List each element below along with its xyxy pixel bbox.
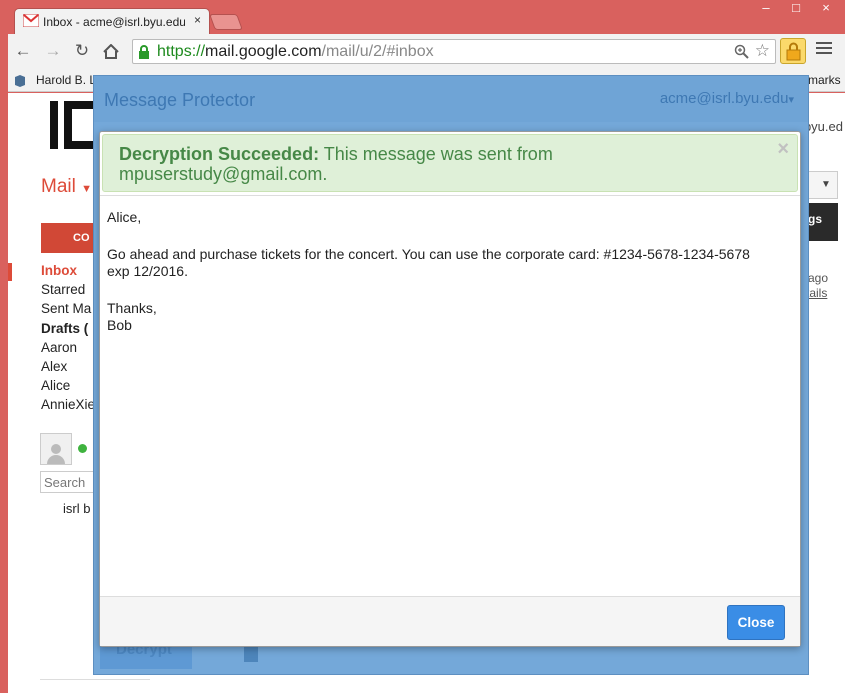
chrome-menu-icon[interactable]	[816, 42, 832, 57]
caret-down-icon: ▾	[788, 94, 794, 106]
message-greeting: Alice,	[107, 209, 142, 225]
divider	[40, 679, 150, 680]
bookmark-other[interactable]: marks	[808, 73, 841, 87]
success-alert: Decryption Succeeded: This message was s…	[102, 134, 798, 192]
nav-item-starred[interactable]: Starred	[41, 282, 101, 301]
forward-icon[interactable]: →	[42, 40, 64, 62]
mp-header: Message Protector acme@isrl.byu.edu▾	[94, 76, 808, 122]
last-activity-text: ago	[808, 271, 829, 285]
details-link[interactable]: tails	[806, 286, 827, 300]
presence-status-icon	[78, 444, 87, 453]
zoom-icon[interactable]	[734, 44, 749, 59]
nav-item-inbox[interactable]: Inbox	[41, 263, 101, 282]
nav-item-alice[interactable]: Alice	[41, 378, 101, 397]
bookmark-harold[interactable]: Harold B. L	[36, 73, 96, 87]
message-signoff: Thanks, Bob	[107, 300, 157, 333]
nav-item-sent[interactable]: Sent Ma	[41, 301, 101, 320]
bookmark-favicon-icon	[15, 75, 25, 87]
bookmark-star-icon[interactable]: ☆	[755, 41, 770, 61]
close-button[interactable]: Close	[727, 605, 785, 640]
padlock-icon	[786, 42, 801, 61]
alert-heading: Decryption Succeeded:	[119, 144, 320, 164]
nav-item-aaron[interactable]: Aaron	[41, 340, 101, 359]
nav-item-alex[interactable]: Alex	[41, 359, 101, 378]
gmail-icon	[23, 14, 39, 27]
mail-switcher[interactable]: Mail ▼	[41, 176, 92, 198]
reload-icon[interactable]: ↻	[71, 40, 93, 62]
mp-title: Message Protector	[104, 90, 256, 110]
person-icon	[47, 444, 65, 464]
chat-avatar[interactable]	[40, 433, 72, 465]
compose-button[interactable]: CO	[41, 223, 101, 253]
alert-close-icon[interactable]: ×	[777, 139, 789, 159]
chat-contact[interactable]: isrl b	[63, 501, 90, 516]
message-body: Go ahead and purchase tickets for the co…	[107, 246, 750, 279]
gmail-nav-list: Inbox Starred Sent Ma Drafts ( Aaron Ale…	[41, 263, 101, 417]
lock-icon	[139, 45, 149, 59]
divider	[100, 195, 800, 196]
home-icon[interactable]	[100, 40, 122, 62]
tab-close-icon[interactable]: ×	[194, 13, 201, 27]
message-protector-extension-button[interactable]	[780, 38, 806, 64]
new-tab-button[interactable]	[209, 14, 243, 30]
browser-titlebar: Inbox - acme@isrl.byu.edu × – □ ×	[0, 0, 845, 34]
minimize-button[interactable]: –	[752, 0, 780, 20]
url-text: https://mail.google.com/mail/u/2/#inbox	[157, 43, 434, 60]
nav-item-anniexie[interactable]: AnnieXie	[41, 397, 101, 416]
account-email-partial: byu.ed	[803, 119, 843, 134]
mp-account-menu[interactable]: acme@isrl.byu.edu▾	[660, 90, 794, 107]
nav-item-drafts[interactable]: Drafts (	[41, 321, 101, 340]
browser-toolbar: ← → ↻ https://mail.google.com/mail/u/2/#…	[8, 34, 845, 70]
decryption-dialog: Decryption Succeeded: This message was s…	[99, 131, 801, 647]
back-icon[interactable]: ←	[12, 40, 34, 62]
close-window-button[interactable]: ×	[812, 0, 840, 20]
dialog-footer: Close	[100, 596, 800, 646]
inbox-active-marker	[8, 263, 12, 281]
tab-title: Inbox - acme@isrl.byu.edu	[43, 15, 185, 29]
decrypted-message: Alice, Go ahead and purchase tickets for…	[107, 209, 792, 354]
maximize-button[interactable]: □	[782, 0, 810, 20]
address-bar[interactable]: https://mail.google.com/mail/u/2/#inbox …	[132, 39, 776, 64]
chat-search-input[interactable]: Search	[40, 471, 96, 493]
browser-tab-inbox[interactable]: Inbox - acme@isrl.byu.edu ×	[14, 8, 210, 34]
